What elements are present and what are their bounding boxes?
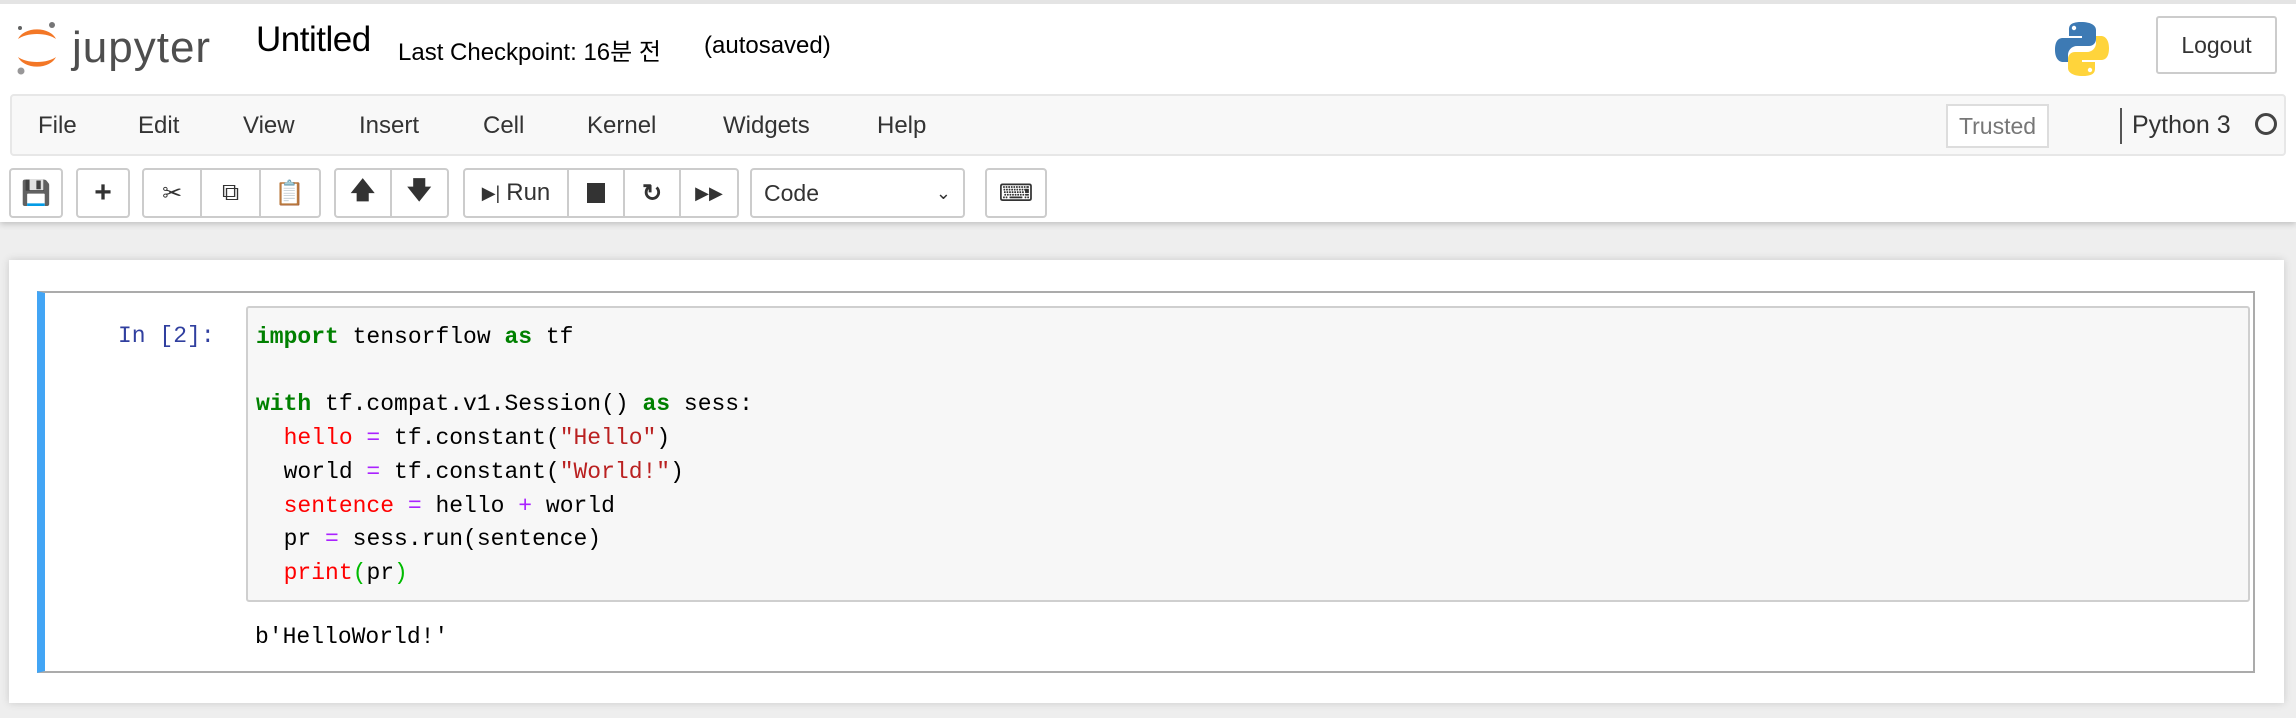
notebook-container: In [2]: import tensorflow as tf ​with tf.… (9, 260, 2284, 703)
keyboard-icon: ⌨ (998, 179, 1034, 207)
input-prompt: In [2]: (118, 323, 215, 349)
cell-output: b'HelloWorld!' (255, 624, 449, 650)
step-forward-icon: ▶| (481, 182, 501, 203)
menu-file[interactable]: File (38, 112, 77, 140)
chevron-down-icon: ⌄ (935, 182, 951, 203)
code-line: print(pr) (283, 559, 408, 586)
arrow-down-icon: 🡇 (406, 176, 432, 204)
menu-cell[interactable]: Cell (483, 112, 524, 140)
checkpoint-status: Last Checkpoint: 16분 전 (398, 39, 661, 66)
kernel-status-icon (2255, 113, 2277, 135)
menu-widgets[interactable]: Widgets (723, 112, 810, 140)
paste-button[interactable]: 📋 (261, 170, 319, 216)
notebook-title[interactable]: Untitled (256, 20, 371, 60)
code-line: pr = sess.run(sentence) (283, 526, 602, 553)
move-up-button[interactable]: 🡅 (336, 170, 392, 216)
kernel-name[interactable]: Python 3 (2132, 111, 2231, 140)
cell-type-value: Code (764, 179, 819, 206)
code-line: ​ (256, 355, 2240, 389)
run-button[interactable]: ▶| Run (465, 170, 569, 216)
menu-help[interactable]: Help (877, 112, 926, 140)
menubar: File Edit View Insert Cell Kernel Widget… (10, 94, 2286, 156)
insert-cell-button[interactable]: + (76, 168, 130, 218)
restart-run-all-button[interactable]: ▶▶ (681, 170, 737, 216)
move-button-group: 🡅 🡇 (334, 168, 449, 218)
arrow-up-icon: 🡅 (350, 176, 376, 204)
run-button-group: ▶| Run ↻ ▶▶ (463, 168, 739, 218)
code-cell[interactable]: In [2]: import tensorflow as tf ​with tf.… (37, 291, 2255, 673)
copy-button[interactable]: ⧉ (202, 170, 261, 216)
move-down-button[interactable]: 🡇 (392, 170, 447, 216)
interrupt-button[interactable] (569, 170, 625, 216)
cell-type-select[interactable]: Code ⌄ (750, 168, 965, 218)
restart-icon: ↻ (641, 179, 663, 207)
run-label: Run (506, 179, 551, 206)
cut-button[interactable]: ✂ (144, 170, 203, 216)
menu-edit[interactable]: Edit (138, 112, 179, 140)
cut-icon: ✂ (162, 179, 183, 207)
stop-icon (587, 183, 605, 203)
code-line: with tf.compat.v1.Session() as sess: (256, 391, 753, 418)
code-line: hello = tf.constant("Hello") (283, 425, 671, 452)
logo-text: jupyter (72, 23, 212, 72)
save-icon: 💾 (21, 179, 51, 207)
code-line: sentence = hello + world (283, 492, 615, 519)
jupyter-logo[interactable]: jupyter (14, 18, 211, 78)
code-line: import tensorflow as tf (256, 324, 574, 350)
header: jupyter Untitled Last Checkpoint: 16분 전 … (0, 0, 2296, 222)
autosave-status: (autosaved) (704, 32, 831, 59)
trusted-badge[interactable]: Trusted (1946, 104, 2049, 148)
code-line: world = tf.constant("World!") (283, 458, 684, 485)
logout-button[interactable]: Logout (2156, 16, 2277, 74)
python-logo-icon (2055, 22, 2109, 76)
kernel-divider (2120, 108, 2122, 144)
menu-insert[interactable]: Insert (359, 112, 419, 140)
plus-icon: + (94, 176, 112, 209)
edit-button-group: ✂ ⧉ 📋 (142, 168, 321, 218)
restart-button[interactable]: ↻ (625, 170, 681, 216)
paste-icon: 📋 (274, 179, 305, 207)
command-palette-button[interactable]: ⌨ (985, 168, 1047, 218)
menu-kernel[interactable]: Kernel (587, 112, 656, 140)
code-editor[interactable]: import tensorflow as tf ​with tf.compat.v… (246, 306, 2250, 602)
save-button[interactable]: 💾 (9, 168, 63, 218)
fast-forward-icon: ▶▶ (695, 182, 723, 203)
copy-icon: ⧉ (221, 179, 240, 206)
menu-view[interactable]: View (243, 112, 295, 140)
jupyter-logo-icon (17, 22, 56, 75)
